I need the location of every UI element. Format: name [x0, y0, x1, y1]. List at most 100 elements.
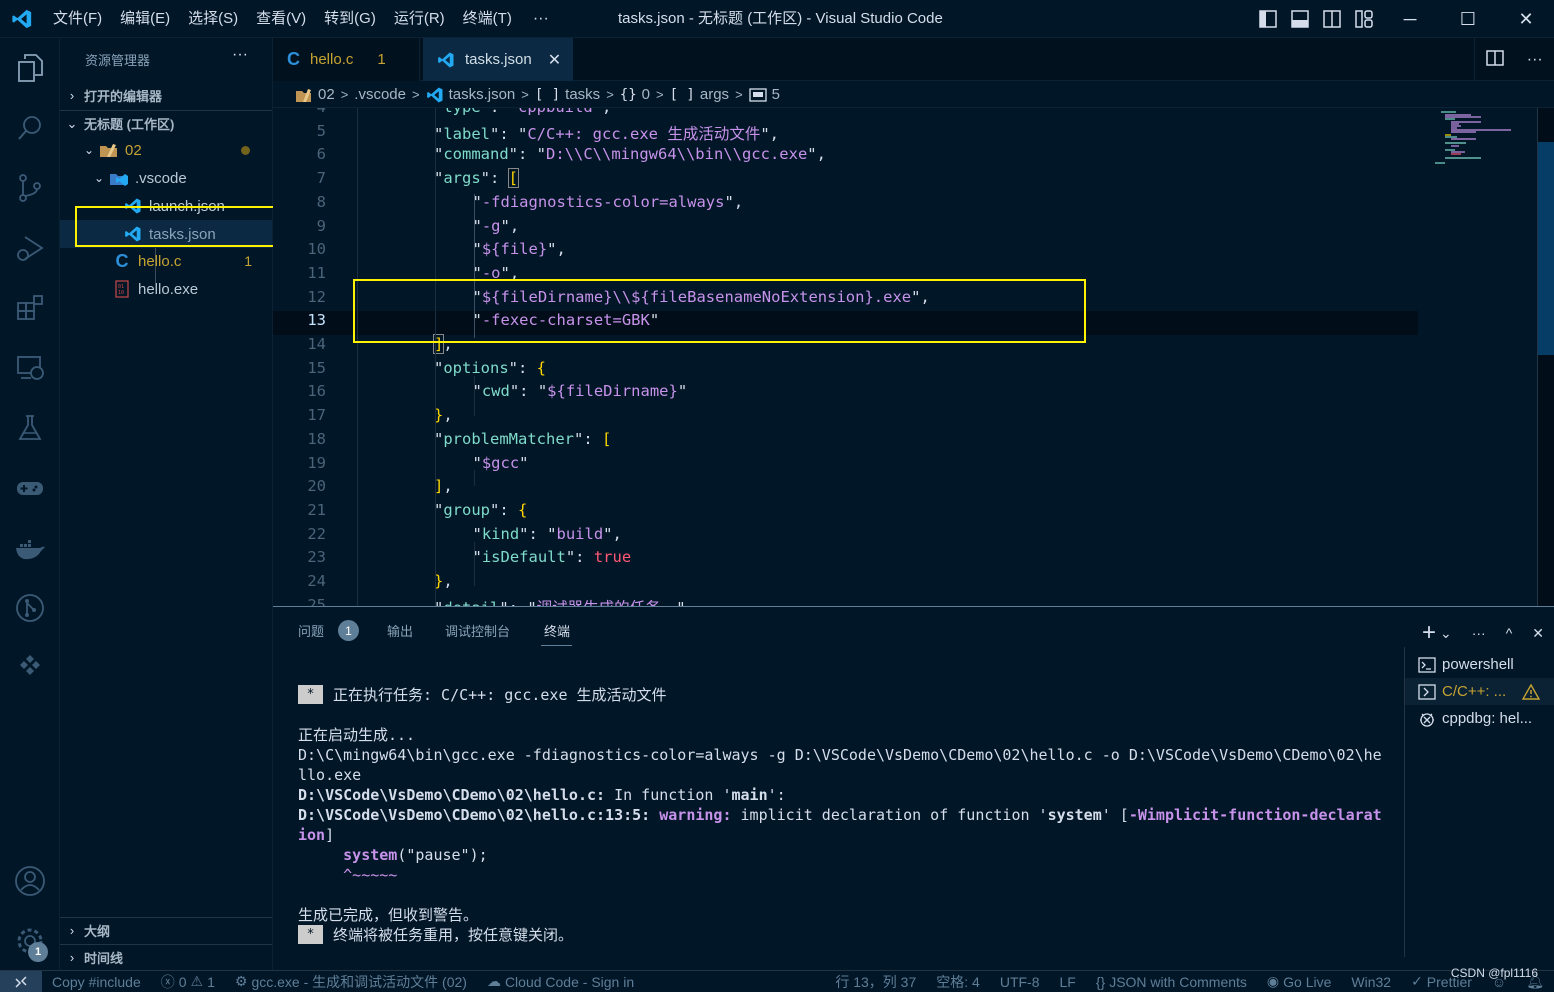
code-line[interactable]: 15 "options": {: [273, 359, 1418, 383]
run-debug-icon[interactable]: [12, 230, 48, 266]
cloud-code-item[interactable]: ☁ Cloud Code - Sign in: [477, 973, 644, 990]
go-live-item[interactable]: ◉ Go Live: [1257, 973, 1341, 990]
docker-icon[interactable]: [12, 530, 48, 566]
remote-explorer-icon[interactable]: [12, 350, 48, 386]
code-line[interactable]: 23 "isDefault": true: [273, 548, 1418, 572]
code-line[interactable]: 17},: [273, 406, 1418, 430]
toggle-panel-icon[interactable]: [1290, 9, 1310, 29]
terminal-item-task[interactable]: C/C++: ...: [1405, 678, 1554, 705]
terminal-dropdown-icon[interactable]: ⌄: [1440, 625, 1452, 642]
search-icon[interactable]: [12, 110, 48, 146]
account-icon[interactable]: [12, 863, 48, 899]
language-mode[interactable]: {} JSON with Comments: [1086, 974, 1257, 990]
breadcrumb-item-vscode[interactable]: .vscode: [354, 86, 406, 103]
minimize-button[interactable]: ─: [1382, 0, 1438, 38]
tab-tasks-json[interactable]: tasks.json ✕: [423, 38, 573, 81]
breadcrumb-item-element[interactable]: 5: [749, 86, 780, 103]
cursor-position[interactable]: 行 13，列 37: [825, 972, 926, 992]
code-line[interactable]: 5 "label": "C/C++: gcc.exe 生成活动文件",: [273, 122, 1418, 146]
tree-file-hello-c[interactable]: C hello.c 1: [60, 247, 272, 275]
code-line[interactable]: 8 "-fdiagnostics-color=always",: [273, 193, 1418, 217]
bookmarks-icon[interactable]: [12, 650, 48, 686]
toggle-secondary-sidebar-icon[interactable]: [1322, 9, 1342, 29]
new-terminal-icon[interactable]: +: [1422, 619, 1436, 647]
indentation[interactable]: 空格: 4: [926, 972, 990, 992]
code-line[interactable]: 12 "${fileDirname}\\${fileBasenameNoExten…: [273, 288, 1418, 312]
menu-file[interactable]: 文件(F): [44, 0, 111, 38]
tree-file-hello-exe[interactable]: 01 10 hello.exe: [60, 275, 272, 303]
editor-more-actions-icon[interactable]: ···: [1527, 51, 1543, 69]
editor-scrollbar-thumb[interactable]: [1538, 142, 1554, 355]
source-control-icon[interactable]: [12, 170, 48, 206]
close-panel-icon[interactable]: ✕: [1532, 625, 1544, 642]
testing-icon[interactable]: [12, 410, 48, 446]
code-line[interactable]: 18 "problemMatcher": [: [273, 430, 1418, 454]
code-line[interactable]: 20],: [273, 477, 1418, 501]
code-line[interactable]: 9 "-g",: [273, 217, 1418, 241]
code-line[interactable]: 22 "kind": "build",: [273, 525, 1418, 549]
encoding[interactable]: UTF-8: [990, 974, 1050, 990]
explorer-more-button[interactable]: ···: [232, 46, 248, 64]
menu-terminal[interactable]: 终端(T): [454, 0, 521, 38]
tree-file-tasks-json[interactable]: tasks.json: [60, 220, 272, 248]
code-line[interactable]: 21 "group": {: [273, 501, 1418, 525]
menu-selection[interactable]: 选择(S): [179, 0, 247, 38]
panel-tab-output[interactable]: 输出: [387, 621, 413, 640]
menu-go[interactable]: 转到(G): [315, 0, 385, 38]
terminal-item-powershell[interactable]: powershell: [1405, 651, 1554, 678]
tree-folder-02[interactable]: ⌄ 02: [60, 136, 272, 164]
code-line[interactable]: 4 "type": "cppbuild",: [273, 108, 1418, 122]
code-line[interactable]: 24},: [273, 572, 1418, 596]
outline-section[interactable]: › 大纲: [60, 917, 272, 943]
code-line[interactable]: 19 "$gcc": [273, 454, 1418, 478]
tree-folder-vscode[interactable]: ⌄ .vscode: [60, 164, 272, 192]
game-icon[interactable]: [12, 470, 48, 506]
menu-view[interactable]: 查看(V): [247, 0, 315, 38]
open-editors-section[interactable]: › 打开的编辑器: [60, 82, 272, 108]
breadcrumb-item-folder[interactable]: 02: [295, 86, 335, 103]
panel-more-icon[interactable]: ···: [1472, 625, 1486, 641]
breadcrumb-item-index[interactable]: {} 0: [620, 86, 650, 103]
line-ending[interactable]: LF: [1050, 974, 1086, 990]
remote-indicator-icon[interactable]: [0, 970, 42, 992]
copy-include-item[interactable]: Copy #include: [42, 974, 151, 990]
menu-more-button[interactable]: ···: [521, 10, 561, 28]
code-line[interactable]: 11 "-o",: [273, 264, 1418, 288]
close-tab-icon[interactable]: ✕: [548, 50, 561, 70]
debug-config-item[interactable]: ⚙ gcc.exe - 生成和调试活动文件 (02): [225, 972, 477, 992]
code-line[interactable]: 10 "${file}",: [273, 240, 1418, 264]
customize-layout-icon[interactable]: [1354, 9, 1374, 29]
tab-hello-c[interactable]: C hello.c 1: [273, 38, 420, 81]
menu-edit[interactable]: 编辑(E): [111, 0, 179, 38]
minimap[interactable]: [1421, 108, 1516, 168]
breadcrumb-item-file[interactable]: tasks.json: [426, 86, 515, 104]
workspace-section[interactable]: ⌄ 无标题 (工作区): [60, 110, 272, 136]
platform-item[interactable]: Win32: [1341, 974, 1401, 990]
code-line[interactable]: 14],: [273, 334, 1418, 359]
breadcrumb-item-args[interactable]: [ ] args: [670, 86, 729, 103]
extensions-icon[interactable]: [12, 290, 48, 326]
maximize-button[interactable]: ☐: [1440, 0, 1496, 38]
toggle-primary-sidebar-icon[interactable]: [1258, 9, 1278, 29]
problems-status[interactable]: ⓧ 0 ⚠ 1: [151, 972, 225, 992]
breadcrumb-item-tasks[interactable]: [ ] tasks: [535, 86, 600, 103]
code-line[interactable]: 13 "-fexec-charset=GBK": [273, 311, 1418, 335]
explorer-icon[interactable]: [12, 50, 48, 86]
timeline-section[interactable]: › 时间线: [60, 944, 272, 970]
tree-file-launch-json[interactable]: launch.json: [60, 192, 272, 220]
close-window-button[interactable]: ✕: [1498, 0, 1554, 38]
panel-tab-problems[interactable]: 问题: [298, 621, 324, 640]
panel-tab-terminal[interactable]: 终端: [544, 621, 570, 640]
code-editor[interactable]: 4 "type": "cppbuild", 5 "label": "C/C++: gc…: [273, 108, 1554, 606]
split-editor-icon[interactable]: [1486, 49, 1504, 70]
code-line[interactable]: 25 "detail": "调试器生成的任务。": [273, 596, 1418, 606]
panel-tab-debug-console[interactable]: 调试控制台: [445, 621, 510, 640]
terminal-item-cppdbg[interactable]: cppdbg: hel...: [1405, 705, 1554, 732]
git-graph-icon[interactable]: [12, 590, 48, 626]
terminal-output[interactable]: * 正在执行任务: C/C++: gcc.exe 生成活动文件 正在启动生成...…: [298, 685, 1388, 945]
code-line[interactable]: 6 "command": "D:\\C\\mingw64\\bin\\gcc.ex…: [273, 145, 1418, 169]
maximize-panel-icon[interactable]: ^: [1506, 625, 1513, 641]
code-line[interactable]: 16 "cwd": "${fileDirname}": [273, 382, 1418, 406]
code-line[interactable]: 7 "args": [: [273, 168, 1418, 193]
menu-run[interactable]: 运行(R): [385, 0, 454, 38]
